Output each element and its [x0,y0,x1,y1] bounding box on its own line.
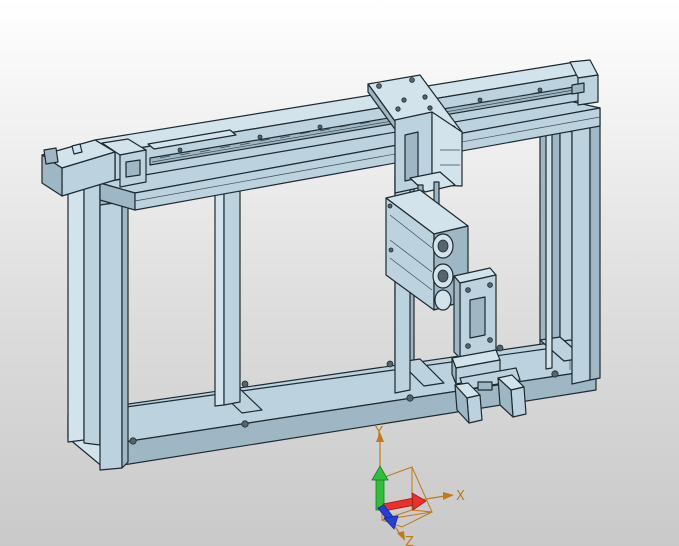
cad-viewport[interactable]: Y X Z [0,0,679,546]
x-arrow-icon [411,492,427,511]
z-axis-label: Z [405,535,414,546]
gripper-arm-plate [453,267,497,359]
y-arrow-icon [371,465,389,481]
model-canvas[interactable]: Y X Z [0,0,679,546]
axis-triad: Y X Z [371,425,465,546]
x-axis-red [382,497,416,512]
x-axis-label: X [456,489,465,504]
z-axis-arrow-head-icon [397,531,405,541]
x-axis-arrow-head-icon [443,492,454,500]
y-axis-label: Y [374,425,383,440]
